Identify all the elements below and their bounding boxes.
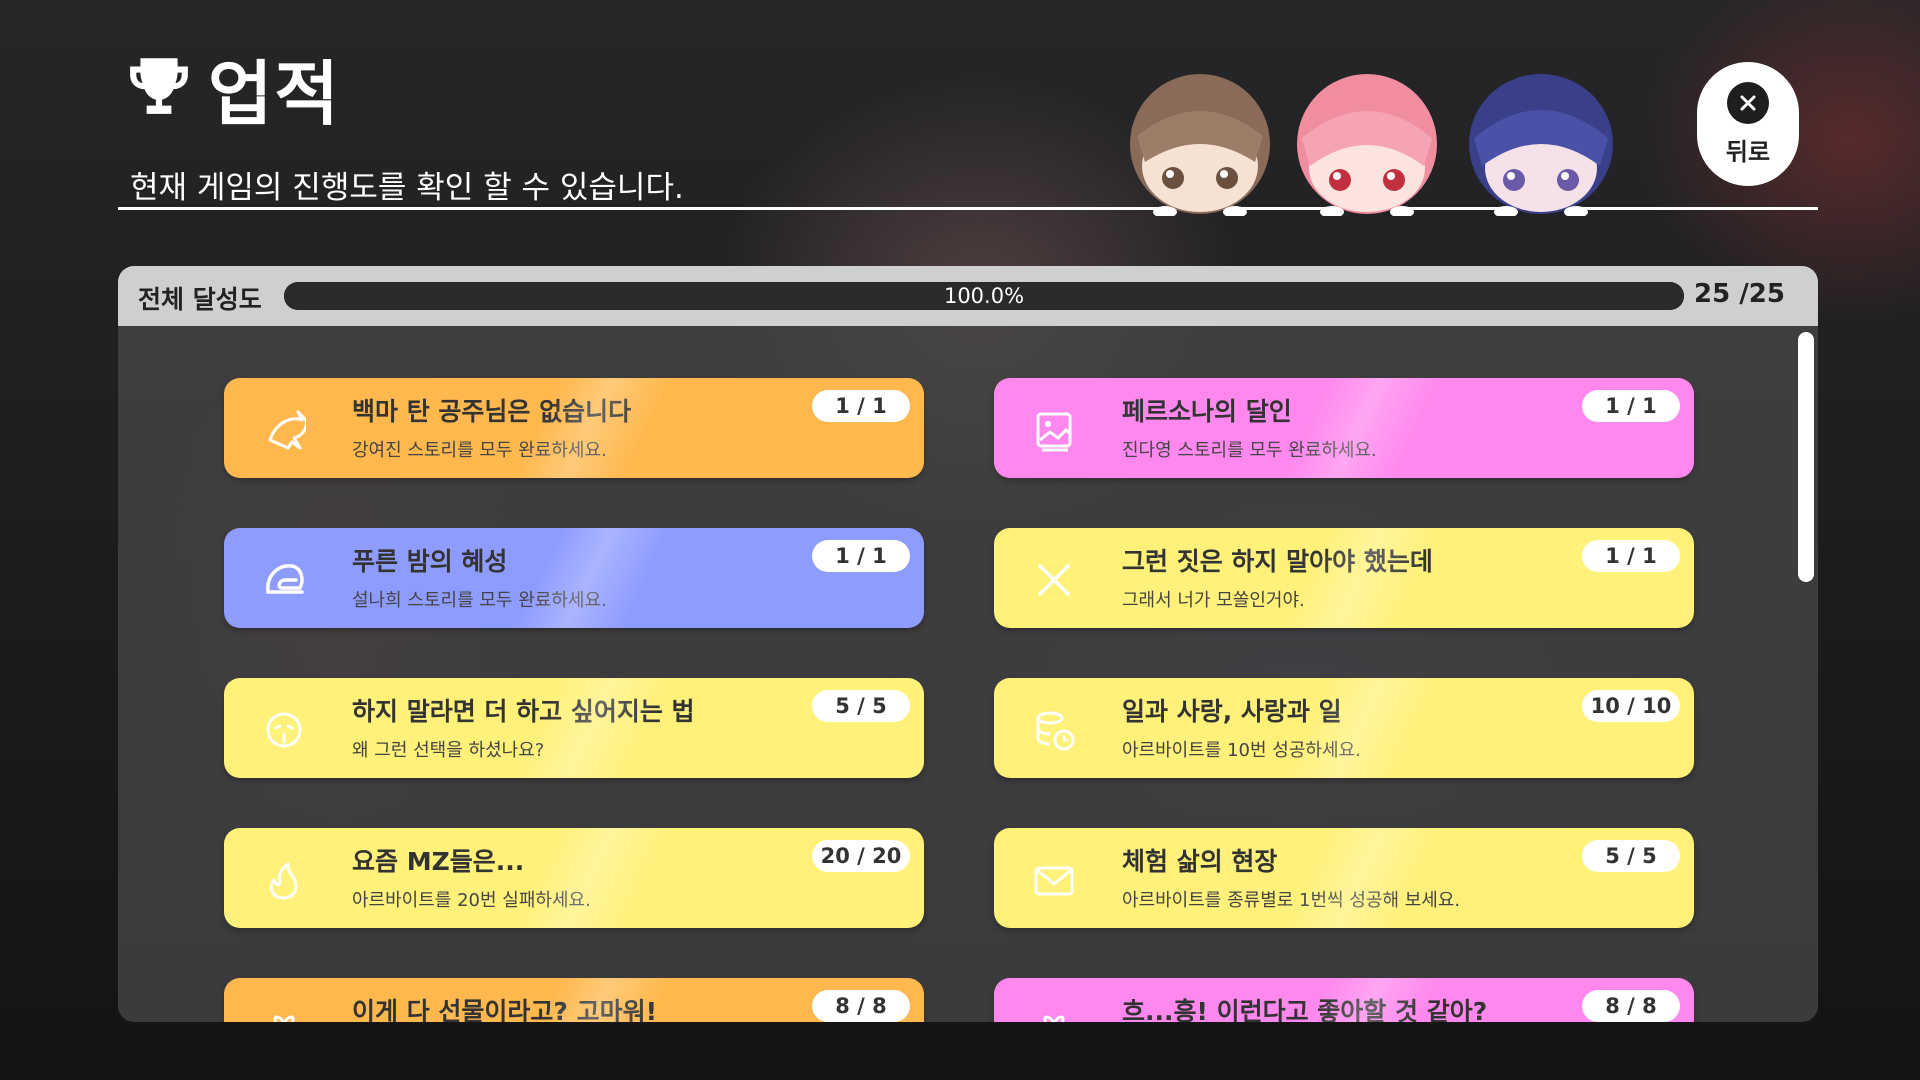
achievement-title: 흐...흥! 이런다고 좋아할 것 같아? <box>1122 997 1488 1022</box>
helmet-icon <box>266 564 304 594</box>
progress-label: 전체 달성도 <box>138 285 262 314</box>
back-label: 뒤로 <box>1725 137 1771 166</box>
achievement-description: 그래서 너가 모쏠인거야. <box>1122 590 1305 611</box>
gift-icon <box>1043 1015 1065 1022</box>
achievement-count: 1 / 1 <box>812 540 910 572</box>
dolphin-icon <box>268 410 306 450</box>
achievement-card[interactable]: 요즘 MZ들은... 아르바이트를 20번 실패하세요. 20 / 20 <box>224 828 924 928</box>
achievement-title: 하지 말라면 더 하고 싶어지는 법 <box>352 697 695 726</box>
achievement-title: 이게 다 선물이라고? 고마워! <box>352 997 658 1022</box>
achievement-description: 아르바이트를 20번 실패하세요. <box>352 890 591 911</box>
achievement-title: 체험 삶의 현장 <box>1122 847 1278 876</box>
achievement-count: 20 / 20 <box>812 840 910 872</box>
achievement-count: 8 / 8 <box>1582 990 1680 1022</box>
achievement-card[interactable]: 하지 말라면 더 하고 싶어지는 법왜 그런 선택을 하셨나요? 5 / 5 <box>224 678 924 778</box>
achievement-card[interactable]: 흐...흥! 이런다고 좋아할 것 같아? 8 / 8 <box>994 978 1694 1022</box>
achievement-title: 일과 사랑, 사랑과 일 <box>1122 697 1342 726</box>
achievement-title: 요즘 MZ들은... <box>352 847 525 876</box>
mail-icon <box>1034 866 1074 896</box>
achievement-count: 8 / 8 <box>812 990 910 1022</box>
close-icon <box>1727 81 1769 124</box>
progress-count: 25 /25 <box>1694 279 1785 309</box>
achievement-description: 설나희 스토리를 모두 완료하세요. <box>352 590 607 611</box>
achievement-count: 5 / 5 <box>812 690 910 722</box>
trophy-icon <box>130 58 188 114</box>
achievement-description: 아르바이트를 10번 성공하세요. <box>1122 740 1361 761</box>
flame-icon <box>269 862 298 900</box>
x-icon <box>1038 564 1070 596</box>
page-subtitle: 현재 게임의 진행도를 확인 할 수 있습니다. <box>130 170 684 206</box>
achievement-card[interactable]: 백마 탄 공주님은 없습니다강여진 스토리를 모두 완료하세요. 1 / 1 <box>224 378 924 478</box>
achievement-title: 백마 탄 공주님은 없습니다 <box>352 397 632 426</box>
achievement-description: 아르바이트를 종류별로 1번씩 성공해 보세요. <box>1122 890 1461 911</box>
gift-icon <box>273 1015 295 1022</box>
achievement-count: 10 / 10 <box>1582 690 1680 722</box>
achievement-card[interactable]: 이게 다 선물이라고? 고마워! 8 / 8 <box>224 978 924 1022</box>
achievement-title: 푸른 밤의 혜성 <box>352 547 508 576</box>
overall-progress: 전체 달성도 100.0% 25 /25 <box>118 266 1818 326</box>
chibi-brown-hair-character <box>1130 74 1270 216</box>
achievement-card[interactable]: 푸른 밤의 혜성설나희 스토리를 모두 완료하세요. 1 / 1 <box>224 528 924 628</box>
achievement-title: 그런 짓은 하지 말아야 했는데 <box>1122 547 1433 576</box>
achievement-card[interactable]: 체험 삶의 현장아르바이트를 종류별로 1번씩 성공해 보세요. 5 / 5 <box>994 828 1694 928</box>
achievement-description: 왜 그런 선택을 하셨나요? <box>352 740 545 761</box>
progress-track: 100.0% <box>284 282 1684 310</box>
achievement-card[interactable]: 그런 짓은 하지 말아야 했는데그래서 너가 모쏠인거야. 1 / 1 <box>994 528 1694 628</box>
achievement-title: 페르소나의 달인 <box>1122 397 1292 426</box>
image-icon <box>1036 412 1072 452</box>
back-button[interactable]: 뒤로 <box>1697 62 1799 186</box>
progress-percent: 100.0% <box>943 284 1025 308</box>
achievement-count: 5 / 5 <box>1582 840 1680 872</box>
achievements-panel: 전체 달성도 100.0% 25 /25 백마 탄 공주님은 없습니다강여진 스… <box>118 266 1818 1022</box>
achievement-card[interactable]: 페르소나의 달인진다영 스토리를 모두 완료하세요. 1 / 1 <box>994 378 1694 478</box>
achievement-count: 1 / 1 <box>812 390 910 422</box>
achievement-card[interactable]: 일과 사랑, 사랑과 일아르바이트를 10번 성공하세요. 10 / 10 <box>994 678 1694 778</box>
scrollbar-thumb[interactable] <box>1798 332 1814 582</box>
achievement-description: 진다영 스토리를 모두 완료하세요. <box>1122 440 1377 461</box>
chibi-pink-hair-character <box>1297 74 1437 216</box>
coins-clock-icon <box>1036 711 1075 751</box>
achievement-count: 1 / 1 <box>1582 390 1680 422</box>
page-title: 업적 <box>208 53 341 135</box>
achievement-count: 1 / 1 <box>1582 540 1680 572</box>
sad-face-icon <box>266 712 302 748</box>
chibi-blue-hair-character <box>1469 74 1613 216</box>
achievement-description: 강여진 스토리를 모두 완료하세요. <box>352 440 607 461</box>
